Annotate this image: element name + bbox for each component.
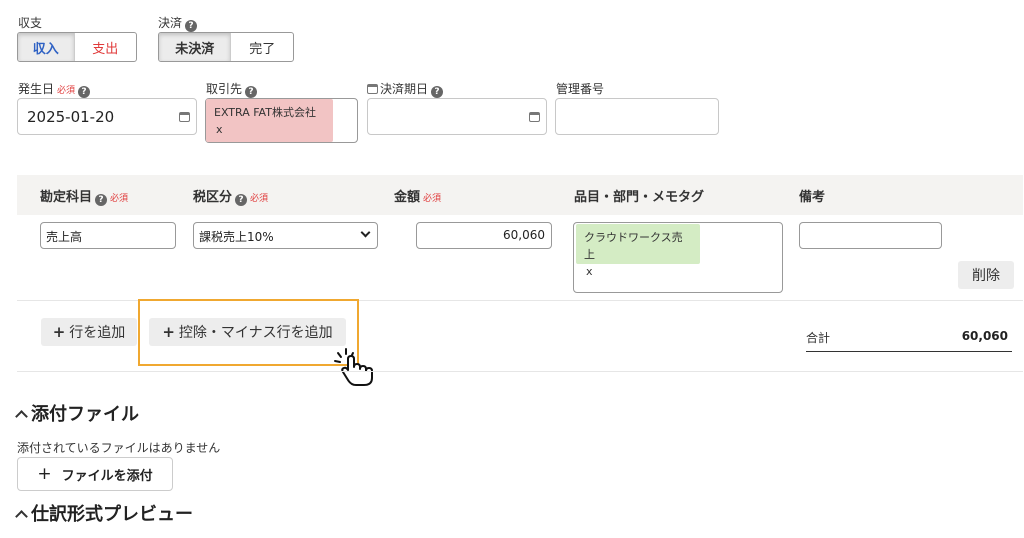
mgmt-no-input[interactable] [555,98,719,135]
tag-chip-remove[interactable]: x [584,263,692,280]
delete-row-button[interactable]: 削除 [958,261,1014,289]
partner-chip-label: EXTRA FAT株式会社 [214,106,316,119]
income-label: 収支 [18,16,43,30]
date-value: 2025-01-20 [27,108,115,126]
col-memo: 備考 [799,190,826,205]
expense-option[interactable]: 支出 [75,33,136,61]
settlement-toggle: 未決済 完了 [158,32,294,62]
col-tax: 税区分? 必須 [193,186,268,206]
help-icon[interactable]: ? [185,20,198,32]
account-input[interactable]: 売上高 [40,222,176,249]
partner-label: 取引先 [206,82,243,96]
required-badge: 必須 [250,194,269,204]
plus-icon: + [37,464,52,484]
settlement-label: 決済 [158,16,183,30]
journal-preview-header[interactable]: 仕訳形式プレビュー [15,500,193,526]
help-icon[interactable]: ? [95,194,108,206]
attach-file-button[interactable]: + ファイルを添付 [17,457,173,491]
help-icon[interactable]: ? [431,86,444,98]
settlement-label-wrap: 決済? [158,14,198,32]
required-badge: 必須 [110,194,129,204]
chevron-up-icon [15,510,28,523]
col-amount: 金額 必須 [394,186,441,205]
add-row-button[interactable]: + 行を追加 [41,318,137,346]
add-minus-row-button[interactable]: + 控除・マイナス行を追加 [149,318,346,346]
partner-input[interactable]: EXTRA FAT株式会社 x [205,98,358,143]
calendar-icon[interactable] [529,112,540,122]
income-toggle: 収入 支出 [17,32,137,62]
calendar-icon[interactable] [179,112,190,122]
partner-label-wrap: 取引先? [206,80,258,98]
plus-icon: + [162,323,175,341]
col-tags: 品目・部門・メモタグ [574,190,705,205]
mgmt-no-label: 管理番号 [556,82,605,96]
required-badge: 必須 [57,86,76,96]
unsettled-option[interactable]: 未決済 [159,33,232,61]
divider [17,371,1023,372]
due-date-label-wrap: 決済期日? [367,80,444,98]
memo-input[interactable] [799,222,942,249]
amount-value: 60,060 [503,228,545,242]
tax-select[interactable]: 課税売上10% [193,222,378,249]
attach-file-label: ファイルを添付 [61,468,153,484]
tag-chip: クラウドワークス売上 x [576,224,700,278]
date-label: 発生日 [18,82,55,96]
chevron-up-icon [15,410,28,423]
table-header [17,175,1023,215]
calendar-icon [367,84,378,94]
chevron-down-icon [360,227,371,238]
required-badge: 必須 [423,194,442,204]
tags-input[interactable]: クラウドワークス売上 x [573,222,783,293]
completed-option[interactable]: 完了 [231,33,293,61]
hand-pointer-icon [334,348,373,386]
date-label-wrap: 発生日 必須? [18,80,91,98]
add-row-label: 行を追加 [69,325,126,341]
attachments-header[interactable]: 添付ファイル [15,400,139,426]
col-account-label: 勘定科目 [40,190,93,205]
attachments-empty: 添付されているファイルはありません [17,441,221,455]
tax-value: 課税売上10% [199,230,274,244]
col-tax-label: 税区分 [193,190,233,205]
date-input[interactable]: 2025-01-20 [17,98,197,135]
col-amount-label: 金額 [394,190,421,205]
journal-preview-title: 仕訳形式プレビュー [31,504,193,525]
total-value: 60,060 [961,329,1008,343]
due-date-label: 決済期日 [380,82,429,96]
help-icon[interactable]: ? [235,194,248,206]
partner-chip-remove[interactable]: x [214,121,325,138]
tag-chip-label: クラウドワークス売上 [584,231,683,261]
help-icon[interactable]: ? [245,86,258,98]
help-icon[interactable]: ? [78,86,91,98]
total-label: 合計 [806,331,831,345]
attachments-title: 添付ファイル [31,404,139,425]
income-option[interactable]: 収入 [18,33,75,61]
total-underline [806,351,1012,352]
account-value: 売上高 [46,230,83,244]
amount-input[interactable]: 60,060 [416,222,552,249]
plus-icon: + [52,323,66,341]
partner-chip: EXTRA FAT株式会社 x [206,99,333,142]
due-date-input[interactable] [367,98,547,135]
col-account: 勘定科目? 必須 [40,186,128,206]
add-minus-row-label: 控除・マイナス行を追加 [178,325,333,341]
